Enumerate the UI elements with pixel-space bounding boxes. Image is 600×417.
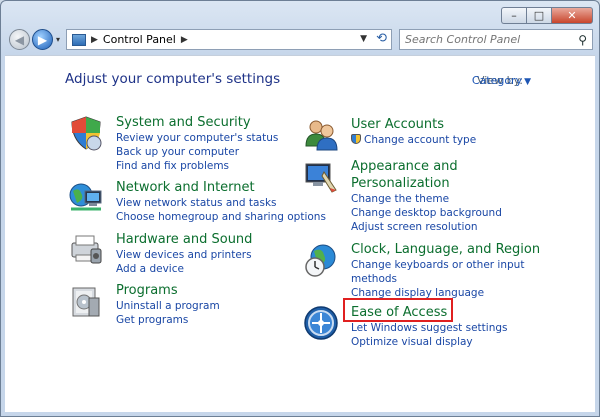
link-optimize-display[interactable]: Optimize visual display [351,335,508,349]
link-uninstall[interactable]: Uninstall a program [116,299,220,313]
address-dropdown-icon[interactable]: ▼ [360,34,367,44]
link-review-status[interactable]: Review your computer's status [116,131,278,145]
heading-appearance-line1[interactable]: Appearance and [351,158,502,175]
view-by-dropdown[interactable]: Category ▼ [472,74,531,87]
programs-icon [72,287,100,317]
link-suggest-settings[interactable]: Let Windows suggest settings [351,321,508,335]
heading-user-accounts[interactable]: User Accounts [351,116,476,133]
navigation-bar: ◀ ▶ ▾ ▶ Control Panel ▶ ▼ ⟲ ⚲ [7,29,593,51]
link-network-status[interactable]: View network status and tasks [116,196,326,210]
link-screen-resolution[interactable]: Adjust screen resolution [351,220,502,234]
heading-clock-language[interactable]: Clock, Language, and Region [351,241,540,258]
refresh-icon[interactable]: ⟲ [376,31,387,46]
search-box[interactable]: ⚲ [399,29,593,50]
close-button[interactable]: ✕ [551,7,593,24]
control-panel-icon [72,33,86,46]
control-panel-window: – □ ✕ ◀ ▶ ▾ ▶ Control Panel ▶ ▼ ⟲ ⚲ Adju… [0,0,600,417]
ease-of-access-highlight [343,298,453,322]
change-account-type-label[interactable]: Change account type [364,134,476,146]
link-change-account-type[interactable]: Change account type [351,133,476,147]
search-icon[interactable]: ⚲ [578,33,587,47]
link-homegroup[interactable]: Choose homegroup and sharing options [116,210,326,224]
link-get-programs[interactable]: Get programs [116,313,220,327]
view-by-value[interactable]: Category [472,74,522,87]
link-back-up[interactable]: Back up your computer [116,145,278,159]
forward-button[interactable]: ▶ [32,29,53,50]
printer-icon [71,235,102,264]
heading-hardware-sound[interactable]: Hardware and Sound [116,231,252,248]
link-change-keyboards-cont[interactable]: methods [351,272,540,286]
link-change-theme[interactable]: Change the theme [351,192,502,206]
heading-system-security[interactable]: System and Security [116,114,278,131]
link-devices-printers[interactable]: View devices and printers [116,248,252,262]
breadcrumb-control-panel[interactable]: Control Panel [103,33,176,46]
page-title: Adjust your computer's settings [65,71,281,87]
security-shield-icon [71,116,102,151]
link-find-fix[interactable]: Find and fix problems [116,159,278,173]
search-input[interactable] [405,33,565,46]
maximize-button[interactable]: □ [526,7,551,24]
heading-appearance-line2[interactable]: Personalization [351,175,502,192]
address-bar[interactable]: ▶ Control Panel ▶ ▼ ⟲ [66,29,392,50]
link-add-device[interactable]: Add a device [116,262,252,276]
network-globe-icon [69,183,102,211]
caption-buttons: – □ ✕ [501,7,593,24]
content-pane: Adjust your computer's settings View by:… [5,55,595,412]
heading-network-internet[interactable]: Network and Internet [116,179,326,196]
ease-of-access-icon [304,306,338,340]
link-change-keyboards[interactable]: Change keyboards or other input [351,258,540,272]
minimize-button[interactable]: – [501,7,526,24]
breadcrumb-chevron-icon[interactable]: ▶ [181,35,188,45]
link-desktop-background[interactable]: Change desktop background [351,206,502,220]
users-icon [305,120,338,151]
uac-shield-icon [351,134,361,144]
clock-globe-icon [305,244,336,277]
breadcrumb-separator-icon[interactable]: ▶ [91,35,98,45]
back-button[interactable]: ◀ [9,29,30,50]
chevron-down-icon[interactable]: ▼ [524,77,531,87]
heading-programs[interactable]: Programs [116,282,220,299]
recent-pages-dropdown[interactable]: ▾ [56,35,60,44]
appearance-monitor-icon [305,163,337,193]
